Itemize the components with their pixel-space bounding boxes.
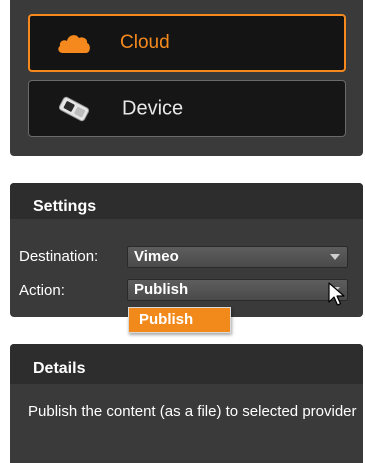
cursor-icon bbox=[328, 282, 345, 306]
cloud-button-label: Cloud bbox=[120, 32, 170, 53]
target-panel: Cloud Device bbox=[10, 0, 363, 156]
device-button-label: Device bbox=[122, 97, 184, 119]
action-select[interactable]: Publish bbox=[127, 279, 348, 301]
destination-label: Destination: bbox=[19, 248, 99, 265]
details-description: Publish the content (as a file) to selec… bbox=[28, 403, 357, 420]
cloud-button[interactable]: Cloud bbox=[28, 14, 346, 72]
action-dropdown-list: Publish bbox=[128, 307, 231, 333]
share-panel: Cloud Device Settings Destination: Vimeo… bbox=[0, 0, 365, 463]
details-panel: Details Publish the content (as a file) … bbox=[10, 344, 363, 463]
settings-panel: Settings Destination: Vimeo Action: Publ… bbox=[10, 183, 363, 317]
action-value: Publish bbox=[134, 281, 189, 298]
settings-header: Settings bbox=[10, 183, 363, 219]
dropdown-option-publish[interactable]: Publish bbox=[129, 308, 230, 332]
chevron-down-icon bbox=[330, 254, 340, 260]
cloud-icon bbox=[58, 35, 90, 53]
device-button[interactable]: Device bbox=[28, 80, 346, 137]
destination-value: Vimeo bbox=[134, 248, 179, 265]
device-icon bbox=[58, 96, 90, 122]
destination-select[interactable]: Vimeo bbox=[127, 246, 348, 268]
action-label: Action: bbox=[19, 282, 65, 299]
details-header: Details bbox=[10, 344, 363, 384]
